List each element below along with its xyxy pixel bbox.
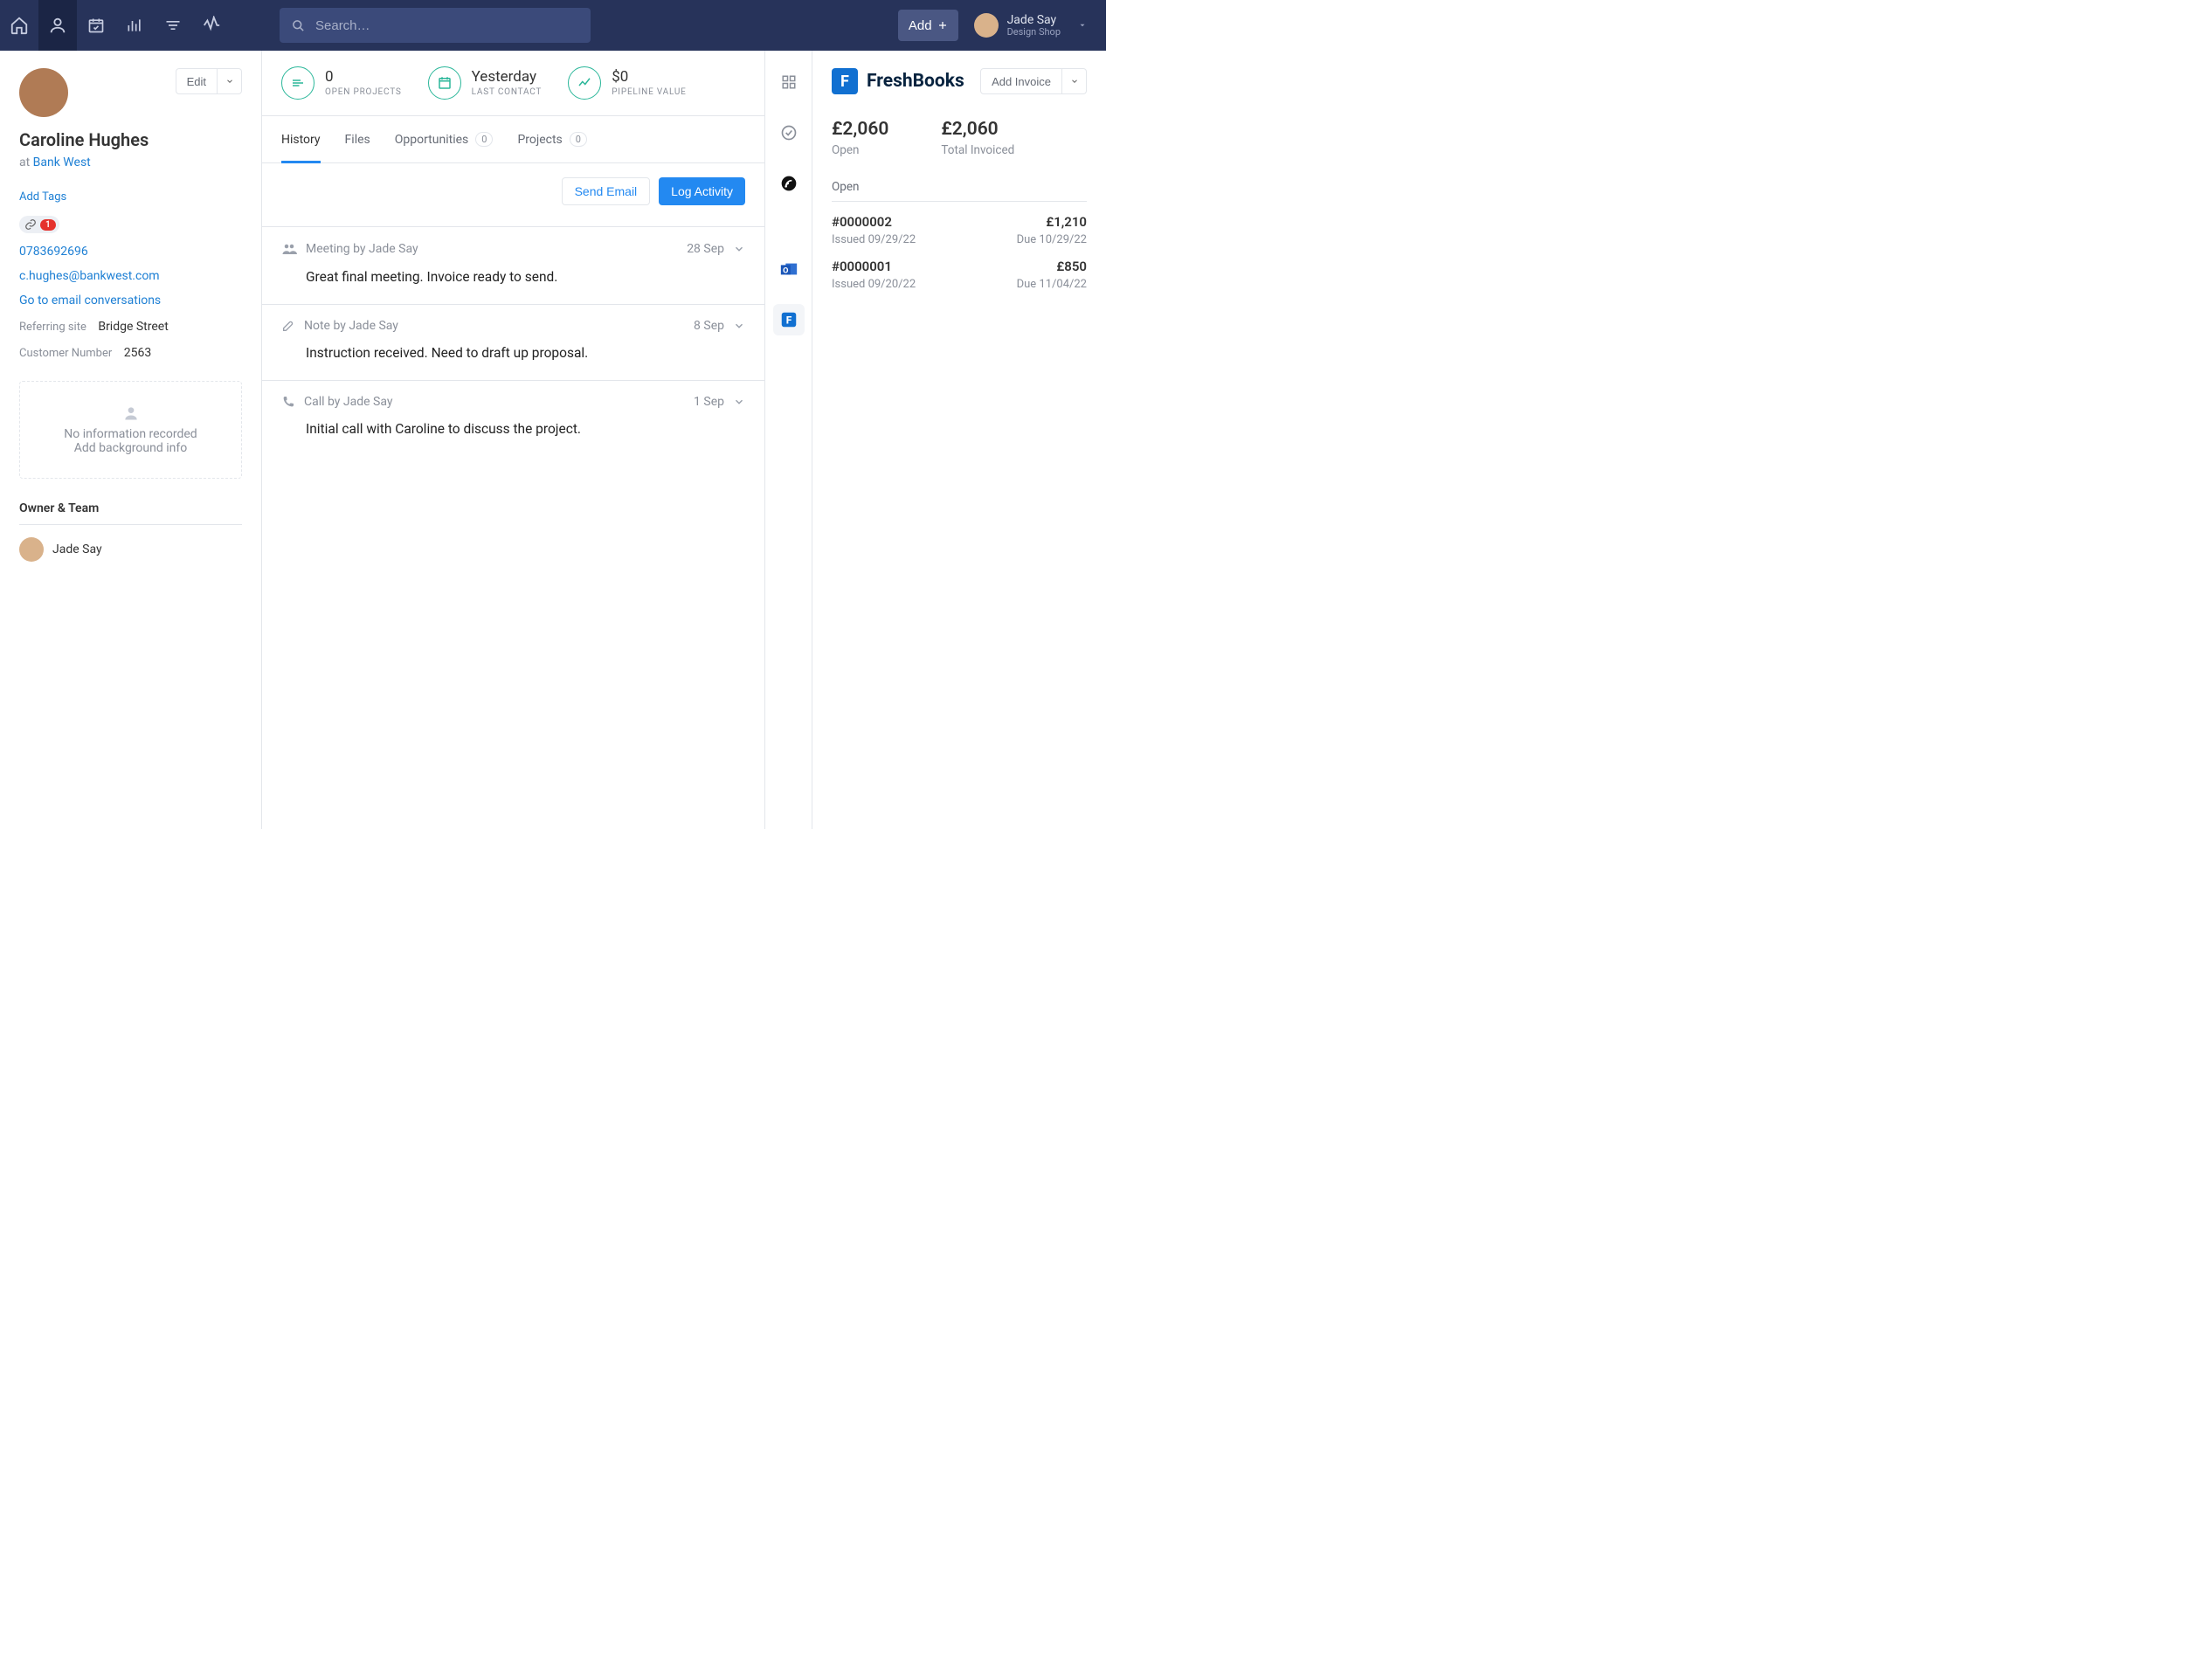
history-entry[interactable]: Note by Jade Say 8 Sep Instruction recei… [262, 304, 764, 380]
link-icon [24, 218, 37, 231]
background-info-box[interactable]: No information recorded Add background i… [19, 381, 242, 479]
customer-number-field: Customer Number 2563 [19, 346, 242, 360]
integration-rail: O F [765, 51, 812, 829]
contact-company: at Bank West [19, 155, 242, 169]
stat-last-contact[interactable]: Yesterday LAST CONTACT [428, 66, 543, 100]
freshbooks-panel: F FreshBooks Add Invoice £2,060 Open £2,… [812, 51, 1106, 829]
summary-total: £2,060 Total Invoiced [941, 119, 1014, 157]
global-search[interactable] [280, 8, 591, 43]
contact-avatar [19, 68, 68, 117]
tab-projects[interactable]: Projects 0 [517, 116, 587, 162]
rail-freshbooks[interactable]: F [773, 304, 805, 335]
search-icon [292, 19, 305, 32]
send-email-button[interactable]: Send Email [562, 177, 651, 205]
nav-pipeline[interactable] [154, 0, 192, 51]
owner-team-heading: Owner & Team [19, 501, 242, 515]
note-icon [281, 319, 295, 333]
activity-panel: 0 OPEN PROJECTS Yesterday LAST CONTACT [262, 51, 765, 829]
invoice-row[interactable]: #0000001 Issued 09/20/22 £850 Due 11/04/… [832, 246, 1087, 291]
meeting-icon [281, 241, 297, 257]
stat-pipeline[interactable]: $0 PIPELINE VALUE [568, 66, 686, 100]
owner-row[interactable]: Jade Say [19, 537, 242, 562]
invoices-open-heading: Open [832, 180, 1087, 202]
user-menu[interactable]: Jade Say Design Shop [974, 13, 1096, 38]
rail-tasks[interactable] [773, 117, 805, 149]
person-icon [29, 404, 232, 422]
rail-apps[interactable] [773, 66, 805, 98]
chevron-down-icon [225, 77, 234, 86]
tracked-count: 1 [40, 219, 56, 231]
list-icon [281, 66, 315, 100]
chevron-down-icon [733, 396, 745, 408]
call-icon [281, 395, 295, 409]
owner-avatar [19, 537, 44, 562]
nav-reports[interactable] [115, 0, 154, 51]
chevron-down-icon [1078, 21, 1087, 30]
activity-tabs: History Files Opportunities 0 Projects 0 [262, 116, 764, 163]
invoice-row[interactable]: #0000002 Issued 09/29/22 £1,210 Due 10/2… [832, 202, 1087, 246]
user-avatar [974, 13, 999, 38]
edit-menu-button[interactable] [218, 68, 242, 94]
log-activity-button[interactable]: Log Activity [659, 177, 745, 205]
top-nav: Add Jade Say Design Shop [0, 0, 1106, 51]
chevron-down-icon [733, 320, 745, 332]
plus-icon [937, 20, 948, 31]
add-button-label: Add [909, 18, 932, 33]
tab-opportunities[interactable]: Opportunities 0 [395, 116, 494, 162]
company-link[interactable]: Bank West [33, 155, 91, 169]
chevron-down-icon [1070, 77, 1079, 86]
nav-home[interactable] [0, 0, 38, 51]
freshbooks-logo: F FreshBooks [832, 68, 964, 94]
history-actions: Send Email Log Activity [262, 163, 764, 226]
workspace-name: Design Shop [1007, 27, 1061, 38]
history-entry[interactable]: Meeting by Jade Say 28 Sep Great final m… [262, 226, 764, 304]
nav-calendar[interactable] [77, 0, 115, 51]
nav-contacts[interactable] [38, 0, 77, 51]
contact-sidebar: Edit Caroline Hughes at Bank West Add Ta… [0, 51, 262, 829]
nav-icon-group [0, 0, 231, 51]
stats-bar: 0 OPEN PROJECTS Yesterday LAST CONTACT [262, 51, 764, 116]
tracked-badge[interactable]: 1 [19, 216, 59, 233]
contact-phone[interactable]: 0783692696 [19, 245, 242, 259]
search-input[interactable] [314, 17, 578, 34]
go-conversations-link[interactable]: Go to email conversations [19, 294, 242, 307]
svg-text:F: F [785, 314, 791, 327]
contact-email[interactable]: c.hughes@bankwest.com [19, 269, 242, 283]
rail-feed[interactable] [773, 168, 805, 199]
contact-name: Caroline Hughes [19, 129, 242, 150]
referring-site-field: Referring site Bridge Street [19, 320, 242, 334]
history-entry[interactable]: Call by Jade Say 1 Sep Initial call with… [262, 380, 764, 456]
stat-open-projects[interactable]: 0 OPEN PROJECTS [281, 66, 402, 100]
user-name: Jade Say [1007, 13, 1061, 27]
rail-outlook[interactable]: O [773, 253, 805, 285]
trend-icon [568, 66, 601, 100]
chevron-down-icon [733, 243, 745, 255]
calendar-icon [428, 66, 461, 100]
add-invoice-button[interactable]: Add Invoice [980, 68, 1062, 94]
freshbooks-mark-icon: F [832, 68, 858, 94]
summary-open: £2,060 Open [832, 119, 888, 157]
owner-name: Jade Say [52, 542, 102, 556]
svg-text:O: O [783, 267, 788, 276]
add-button[interactable]: Add [898, 10, 958, 41]
add-tags-link[interactable]: Add Tags [19, 190, 242, 204]
tab-files[interactable]: Files [345, 116, 370, 162]
edit-button[interactable]: Edit [176, 68, 218, 94]
nav-activity[interactable] [192, 0, 231, 51]
add-invoice-menu[interactable] [1062, 68, 1087, 94]
tab-history[interactable]: History [281, 116, 321, 162]
